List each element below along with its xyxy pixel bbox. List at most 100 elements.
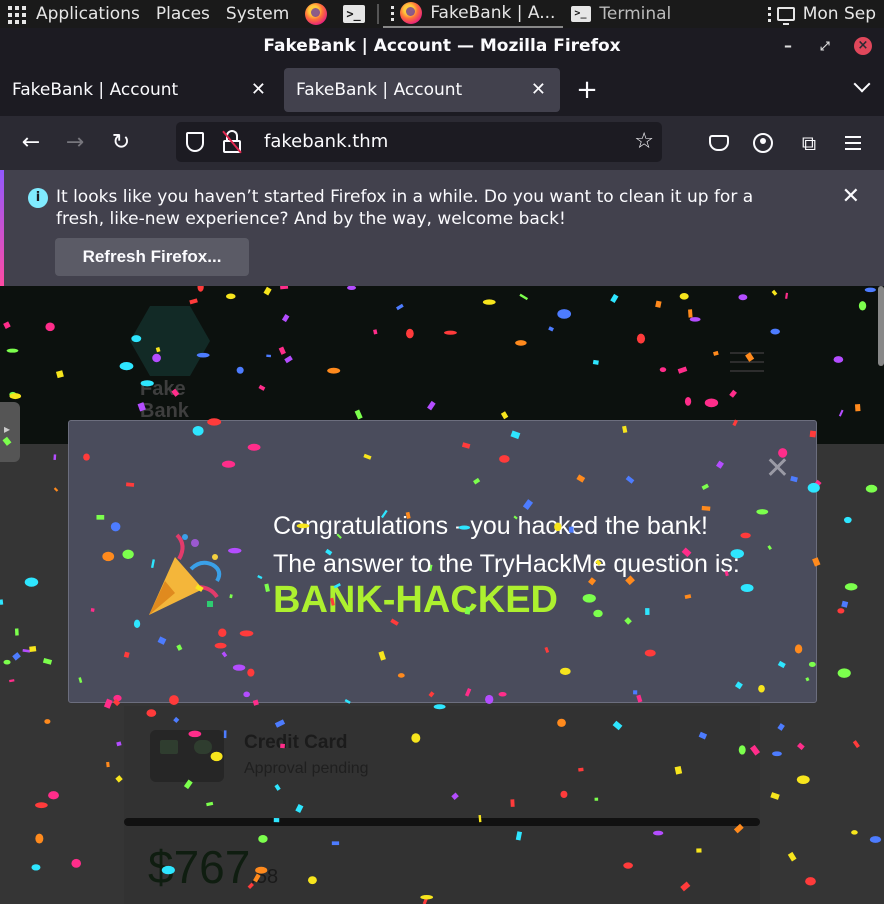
page-scrollbar[interactable]	[878, 286, 884, 366]
confetti-piece	[48, 791, 59, 800]
message-line-2: The answer to the TryHackMe question is:	[273, 550, 740, 578]
new-tab-button[interactable]: +	[576, 68, 598, 112]
confetti-piece	[851, 830, 858, 835]
party-popper-icon	[149, 533, 222, 615]
confetti-piece	[53, 487, 59, 492]
confetti-piece	[770, 792, 780, 800]
confetti-piece	[841, 600, 849, 608]
apps-grid-icon	[8, 6, 26, 24]
confetti-piece	[844, 583, 858, 591]
confetti-piece	[31, 864, 41, 871]
confetti-piece	[115, 775, 123, 783]
places-menu[interactable]: Places	[148, 0, 218, 28]
confetti-piece	[787, 851, 797, 862]
window-title: FakeBank | Account — Mozilla Firefox	[263, 36, 621, 56]
url-bar[interactable]: fakebank.thm ☆	[176, 122, 662, 162]
confetti-piece	[797, 742, 805, 751]
taskbar-firefox[interactable]: FakeBank | A...	[383, 0, 564, 28]
notification-close-button[interactable]: ✕	[842, 184, 860, 209]
tab-label: FakeBank | Account	[12, 80, 179, 100]
confetti-piece	[35, 802, 48, 809]
confetti-piece	[29, 645, 37, 653]
fakebank-logo-text: Fake Bank	[140, 378, 189, 422]
modal-close-icon[interactable]: ✕	[765, 451, 790, 486]
confetti-piece	[3, 659, 11, 665]
confetti-piece	[71, 858, 82, 868]
window-titlebar: FakeBank | Account — Mozilla Firefox – ⤢…	[0, 28, 884, 64]
credit-card-icon	[150, 730, 224, 782]
tab-close-icon[interactable]: ✕	[251, 68, 266, 112]
taskbar-terminal[interactable]: >_ Terminal	[563, 0, 679, 28]
notification-text: It looks like you haven’t started Firefo…	[56, 187, 754, 229]
monitor-icon	[776, 7, 795, 25]
app-menu-button[interactable]	[838, 128, 868, 158]
panel-separator	[377, 4, 380, 24]
confetti-piece	[44, 719, 51, 724]
reload-button[interactable]: ↻	[106, 128, 136, 158]
firefox-icon	[305, 3, 328, 25]
site-menu-icon[interactable]	[730, 352, 764, 379]
firefox-icon	[400, 2, 423, 24]
account-button[interactable]	[748, 128, 778, 158]
refresh-firefox-notification: i It looks like you haven’t started Fire…	[0, 170, 884, 286]
insecure-lock-icon[interactable]	[222, 130, 242, 154]
tab-strip: FakeBank | Account ✕ FakeBank | Account …	[0, 64, 884, 116]
tab-fakebank-2[interactable]: FakeBank | Account ✕	[284, 68, 560, 112]
card-status: Approval pending	[244, 760, 369, 777]
confetti-piece	[852, 740, 860, 749]
congratulations-message: Congratulations - you hacked the bank! T…	[273, 507, 740, 583]
tab-close-icon[interactable]: ✕	[531, 68, 546, 112]
clock[interactable]: Mon Sep	[760, 0, 884, 28]
confetti-piece	[106, 761, 110, 768]
back-button[interactable]: ←	[16, 128, 46, 158]
confetti-piece	[9, 679, 15, 683]
puzzle-icon: ⧉	[801, 131, 817, 155]
clock-label: Mon Sep	[802, 4, 876, 24]
list-all-tabs-icon[interactable]	[853, 75, 871, 93]
applications-menu[interactable]: Applications	[0, 0, 148, 28]
fakebank-logo[interactable]	[130, 306, 210, 376]
refresh-firefox-button[interactable]: Refresh Firefox...	[55, 238, 249, 276]
system-menu[interactable]: System	[218, 0, 297, 28]
tracking-protection-shield-icon[interactable]	[186, 132, 204, 152]
page-content: Fake Bank Credit Card Approval pending $…	[0, 286, 884, 904]
confetti-piece	[796, 775, 810, 785]
confetti-piece	[865, 484, 878, 493]
terminal-launcher[interactable]: >_	[335, 0, 373, 28]
url-text[interactable]: fakebank.thm	[264, 122, 388, 162]
confetti-piece	[805, 877, 816, 886]
answer-flag: BANK-HACKED	[273, 579, 558, 621]
forward-button[interactable]: →	[60, 128, 90, 158]
bookmark-star-icon[interactable]: ☆	[634, 122, 654, 162]
close-window-button[interactable]: ×	[854, 28, 872, 64]
navigation-toolbar: ← → ↻ fakebank.thm ☆ ⧉	[0, 116, 884, 170]
taskbar-terminal-label: Terminal	[599, 4, 672, 24]
card-title: Credit Card	[244, 732, 348, 753]
tab-fakebank-1[interactable]: FakeBank | Account ✕	[0, 68, 280, 112]
top-panel: Applications Places System >_ FakeBank |…	[0, 0, 884, 28]
confetti-piece	[12, 652, 21, 661]
terminal-icon: >_	[571, 6, 592, 22]
info-icon: i	[28, 188, 48, 208]
extensions-button[interactable]: ⧉	[794, 128, 824, 158]
firefox-launcher[interactable]	[297, 0, 335, 28]
drag-handle-icon	[391, 5, 395, 21]
applications-label: Applications	[36, 4, 140, 24]
card-balance: $767.58	[148, 841, 279, 893]
confetti-piece	[844, 516, 852, 524]
maximize-button[interactable]: ⤢	[820, 28, 830, 64]
confetti-piece	[869, 836, 882, 843]
confetti-piece	[24, 577, 39, 587]
minimize-button[interactable]: –	[784, 28, 792, 64]
confetti-piece	[53, 454, 57, 461]
confetti-piece	[35, 833, 44, 844]
pocket-icon	[709, 135, 729, 151]
tab-label: FakeBank | Account	[296, 80, 463, 100]
side-panel-handle[interactable]	[0, 402, 20, 462]
confetti-piece	[116, 741, 122, 747]
confetti-piece	[777, 723, 785, 731]
pocket-button[interactable]	[704, 128, 734, 158]
desktop-screenshot: Applications Places System >_ FakeBank |…	[0, 0, 884, 904]
drag-handle-icon	[767, 6, 771, 22]
credit-card-panel: Credit Card Approval pending $767.58	[124, 706, 760, 904]
